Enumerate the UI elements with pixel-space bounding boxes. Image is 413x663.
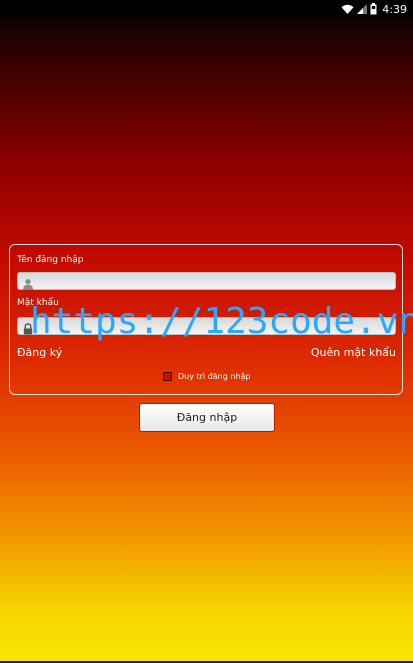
- password-field[interactable]: [17, 317, 396, 335]
- user-icon: [22, 275, 34, 290]
- signal-icon: [357, 3, 368, 15]
- username-label: Tên đăng nhập: [17, 255, 84, 265]
- remember-login[interactable]: Duy trì đăng nhập: [163, 372, 251, 381]
- remember-checkbox[interactable]: [163, 372, 172, 381]
- login-button[interactable]: Đăng nhập: [139, 403, 275, 432]
- login-panel: Tên đăng nhập Mật khẩu Đăng ký Quên mật …: [9, 244, 403, 395]
- lock-icon: [22, 320, 34, 335]
- username-field[interactable]: [17, 272, 396, 290]
- status-bar: 4:39: [0, 0, 413, 18]
- password-label: Mật khẩu: [17, 298, 59, 308]
- forgot-password-link[interactable]: Quên mật khẩu: [311, 346, 396, 359]
- wifi-icon: [341, 4, 354, 15]
- register-link[interactable]: Đăng ký: [17, 346, 62, 359]
- status-time: 4:39: [382, 2, 407, 16]
- remember-label: Duy trì đăng nhập: [178, 372, 251, 381]
- login-screen: 4:39 Tên đăng nhập Mật khẩu Đăng ký Quên…: [0, 0, 413, 663]
- status-icons: 4:39: [341, 2, 407, 16]
- username-input[interactable]: [38, 273, 388, 289]
- password-input[interactable]: [38, 318, 388, 334]
- battery-icon: [370, 3, 377, 15]
